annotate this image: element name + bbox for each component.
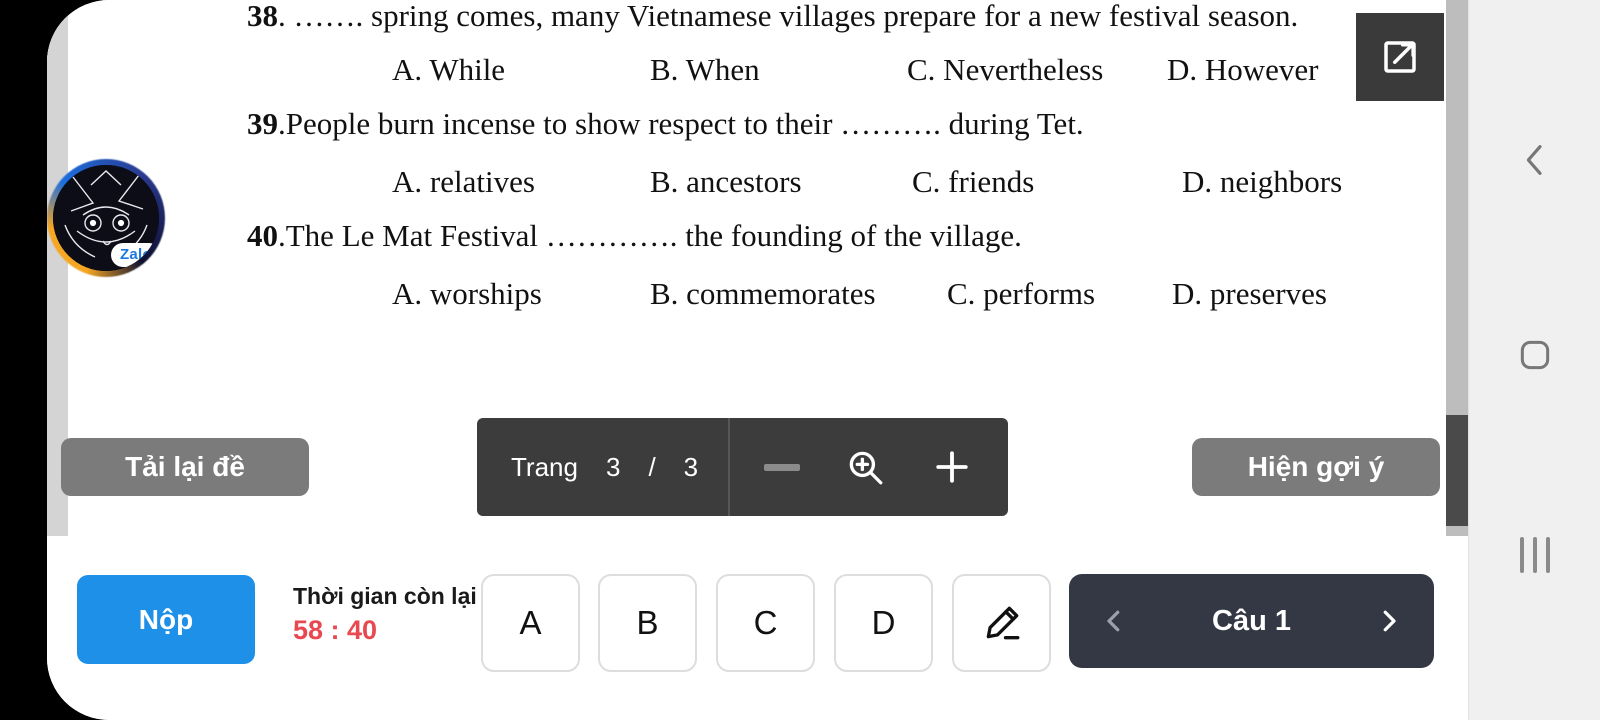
- remaining-time-value: 58 : 40: [293, 614, 378, 645]
- show-hint-button[interactable]: Hiện gợi ý: [1192, 438, 1440, 496]
- question-text-39: .People burn incense to show respect to …: [278, 106, 1084, 141]
- pencil-icon: [986, 606, 1019, 640]
- android-back-button[interactable]: [1469, 120, 1600, 200]
- option-38-c[interactable]: C. Nevertheless: [907, 52, 1103, 88]
- option-40-a[interactable]: A. worships: [392, 276, 542, 312]
- answer-button-a-label: A: [519, 604, 542, 641]
- option-38-a[interactable]: A. While: [392, 52, 505, 88]
- zalo-badge-label: Zalo: [110, 243, 159, 267]
- note-button[interactable]: [952, 574, 1051, 672]
- option-38-b[interactable]: B. When: [650, 52, 760, 88]
- zoom-out-button[interactable]: [764, 463, 801, 471]
- reload-quiz-label: Tải lại đề: [125, 451, 245, 482]
- question-text-40: .The Le Mat Festival …………. the founding …: [278, 218, 1022, 253]
- question-navigator[interactable]: Câu 1: [1069, 574, 1434, 668]
- open-in-new-icon: [1384, 41, 1416, 73]
- zoom-controls: [730, 418, 1008, 516]
- remaining-time-label: Thời gian còn lại: [293, 583, 477, 609]
- question-text-38: . ……. spring comes, many Vietnamese vill…: [278, 0, 1299, 33]
- option-40-d[interactable]: D. preserves: [1172, 276, 1327, 312]
- option-40-c[interactable]: C. performs: [947, 276, 1095, 312]
- reload-quiz-button[interactable]: Tải lại đề: [61, 438, 309, 496]
- answer-button-b-label: B: [636, 604, 659, 641]
- question-number-39: 39: [247, 106, 278, 141]
- document-scrollbar-thumb[interactable]: [1446, 415, 1468, 526]
- show-hint-label: Hiện gợi ý: [1247, 451, 1385, 482]
- android-navigation-bar: [1468, 0, 1600, 720]
- square-icon: [1520, 340, 1550, 370]
- chevron-left-icon: [1526, 145, 1542, 175]
- answer-button-c-label: C: [753, 604, 778, 641]
- zoom-in-plus-button[interactable]: [930, 445, 974, 489]
- phone-screen: 38. ……. spring comes, many Vietnamese vi…: [47, 0, 1600, 720]
- page-zoom-toolbar[interactable]: Trang 3 / 3: [477, 418, 1009, 516]
- zalo-floating-bubble[interactable]: Zalo: [53, 165, 159, 271]
- question-number-40: 40: [247, 218, 278, 253]
- question-number-38: 38: [247, 0, 278, 33]
- option-40-b[interactable]: B. commemorates: [650, 276, 876, 312]
- page-indicator: Trang 3 / 3: [477, 418, 731, 516]
- page-current: 3: [605, 451, 621, 482]
- android-recents-button[interactable]: [1469, 515, 1600, 595]
- phone-frame: 38. ……. spring comes, many Vietnamese vi…: [0, 0, 1600, 720]
- next-question-button[interactable]: [1374, 606, 1404, 636]
- question-stem-39: 39.People burn incense to show respect t…: [247, 108, 1084, 139]
- option-38-d[interactable]: D. However: [1167, 52, 1319, 88]
- previous-question-button[interactable]: [1099, 606, 1129, 636]
- option-39-c[interactable]: C. friends: [912, 164, 1034, 200]
- answer-toolbar: Nộp Thời gian còn lại 58 : 40 A B C D Câ…: [47, 546, 1468, 720]
- open-external-button[interactable]: [1356, 13, 1444, 101]
- answer-button-d[interactable]: D: [834, 574, 933, 672]
- recents-bars-icon: [1520, 537, 1550, 573]
- page-separator: /: [648, 451, 656, 482]
- question-stem-40: 40.The Le Mat Festival …………. the foundin…: [247, 220, 1022, 251]
- quiz-document-viewer[interactable]: 38. ……. spring comes, many Vietnamese vi…: [47, 0, 1468, 540]
- submit-label: Nộp: [138, 603, 194, 635]
- option-39-a[interactable]: A. relatives: [392, 164, 535, 200]
- question-stem-38: 38. ……. spring comes, many Vietnamese vi…: [247, 0, 1298, 31]
- magnifier-plus-icon[interactable]: [844, 446, 886, 488]
- answer-button-a[interactable]: A: [481, 574, 580, 672]
- answer-button-d-label: D: [871, 604, 896, 641]
- android-home-button[interactable]: [1469, 315, 1600, 395]
- option-39-b[interactable]: B. ancestors: [650, 164, 802, 200]
- option-39-d[interactable]: D. neighbors: [1182, 164, 1342, 200]
- answer-button-b[interactable]: B: [598, 574, 697, 672]
- page-total: 3: [683, 451, 699, 482]
- current-question-label: Câu 1: [1212, 604, 1291, 637]
- page-label: Trang: [511, 451, 578, 482]
- answer-button-c[interactable]: C: [716, 574, 815, 672]
- remaining-time-block: Thời gian còn lại 58 : 40: [293, 582, 483, 648]
- submit-button[interactable]: Nộp: [77, 575, 255, 664]
